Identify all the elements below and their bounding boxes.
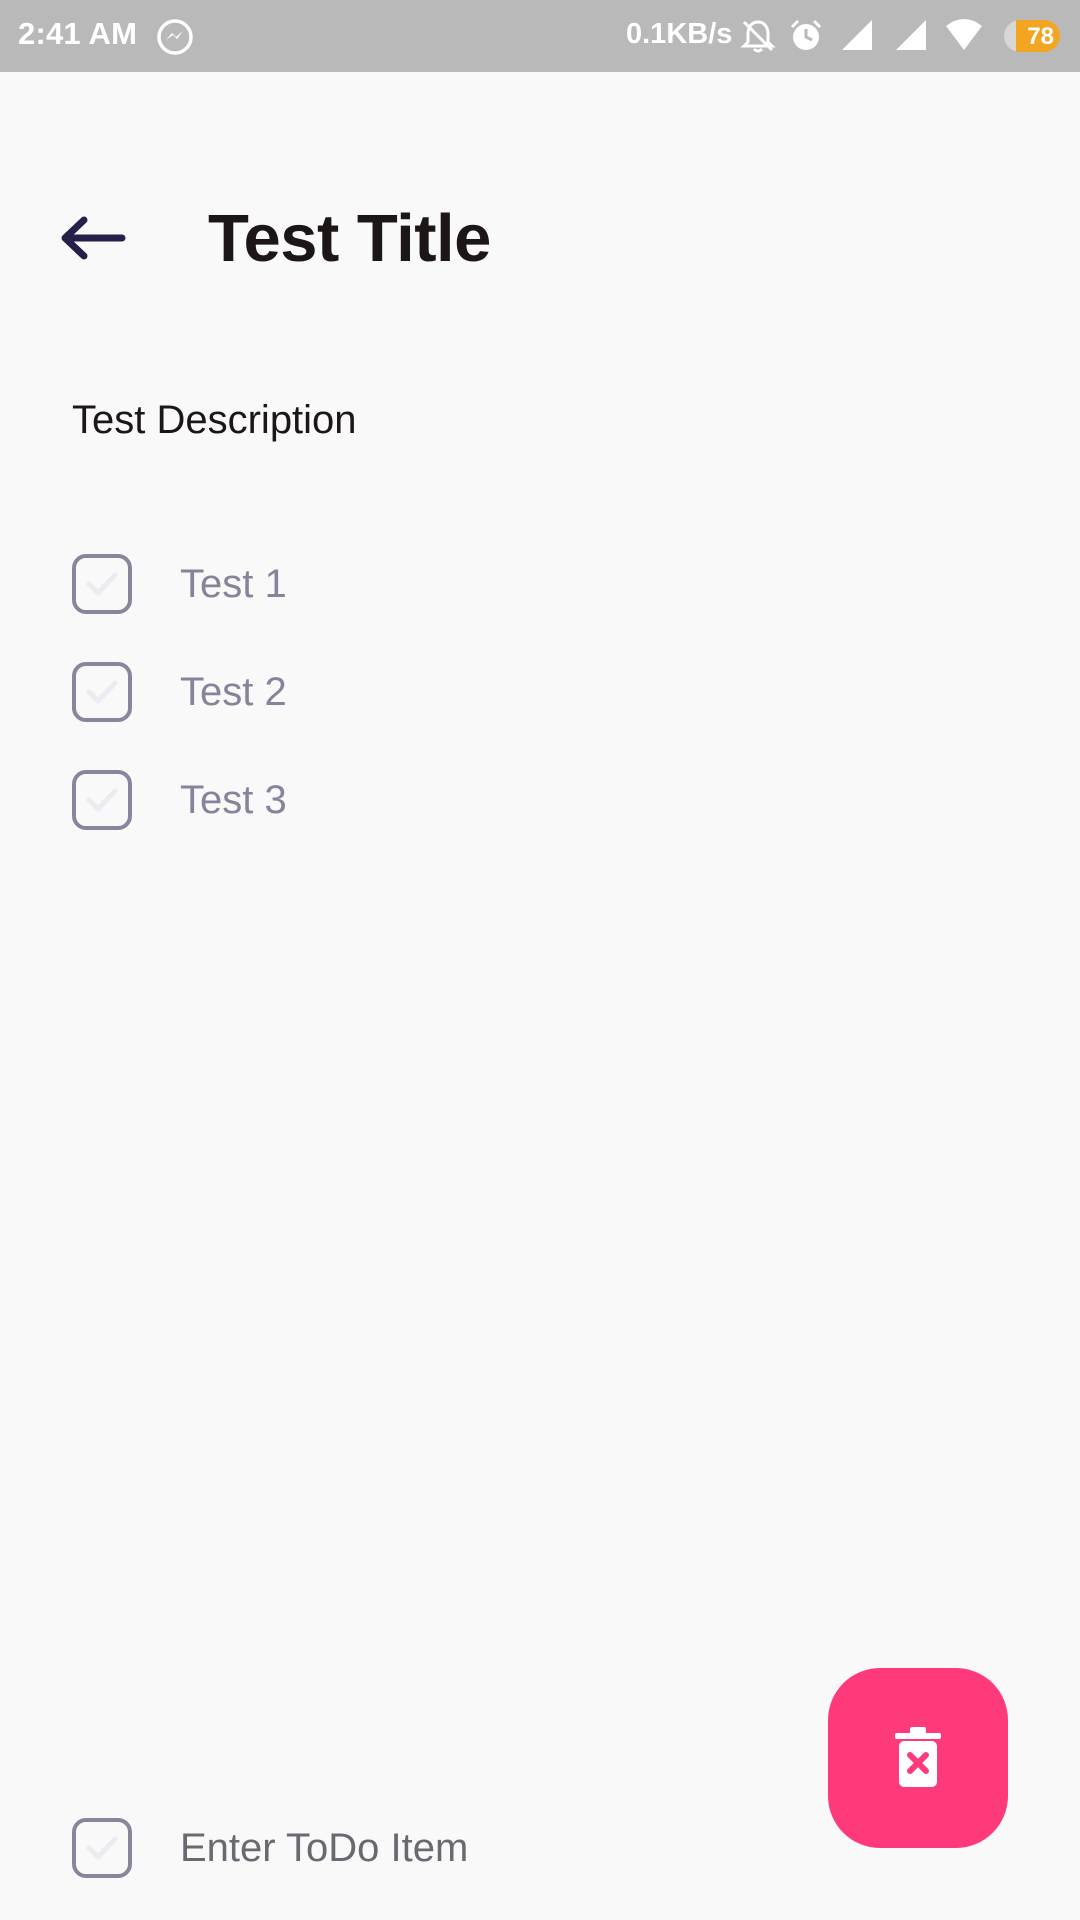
new-todo-row [72,1816,772,1880]
check-icon [86,572,118,596]
delete-icon [895,1727,941,1787]
net-speed: 0.1KB/s [626,18,733,50]
signal-icon [842,20,872,50]
todo-item[interactable]: Test 1 [72,552,772,616]
todo-label: Test 2 [180,669,287,714]
todo-label: Test 3 [180,777,287,822]
messenger-icon [157,19,193,55]
battery-icon: 78 [1004,20,1060,52]
status-time: 2:41 AM [18,16,138,51]
alarm-icon [790,19,822,50]
check-icon [86,680,118,704]
status-bar: 2:41 AM 0.1KB/s 78 [0,0,1080,72]
todo-label: Test 1 [180,561,287,606]
wifi-icon [946,19,982,50]
battery-level: 78 [1027,23,1054,50]
check-icon [86,788,118,812]
check-icon [86,1836,118,1860]
delete-note-button[interactable] [828,1668,1008,1848]
back-button[interactable] [58,198,148,278]
signal-icon-2 [896,20,926,50]
note-description: Test Description [72,398,357,442]
todo-item[interactable]: Test 3 [72,768,772,832]
todo-checkbox[interactable] [72,662,132,722]
mute-bell-icon [740,20,776,53]
todo-checkbox[interactable] [72,770,132,830]
battery-empty [1004,20,1017,52]
page-title: Test Title [208,201,491,276]
todo-item[interactable]: Test 2 [72,660,772,724]
screen: 2:41 AM 0.1KB/s 78 Test Title Test Descr… [0,0,1080,1920]
todo-checkbox[interactable] [72,554,132,614]
new-todo-checkbox[interactable] [72,1818,132,1878]
arrow-left-icon [61,216,126,260]
new-todo-input[interactable] [180,1825,740,1871]
